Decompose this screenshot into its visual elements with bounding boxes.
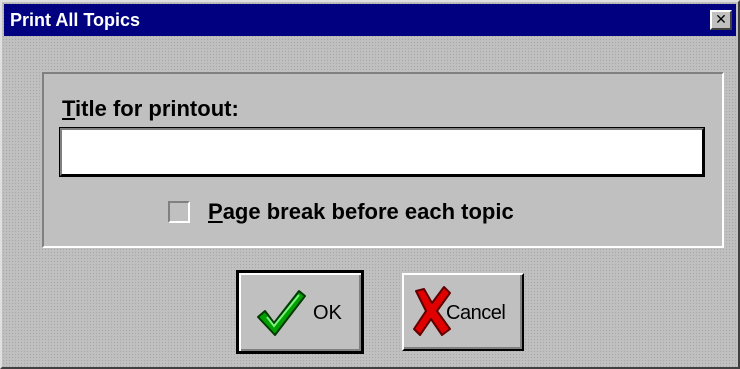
accelerator-p: P: [208, 199, 223, 224]
ok-label: OK: [313, 302, 342, 324]
print-all-topics-dialog: Print All Topics ✕ Title for printout: P…: [0, 0, 740, 369]
checkmark-icon: [257, 290, 306, 336]
title-label-text: itle for printout:: [75, 96, 239, 121]
title-bar[interactable]: Print All Topics ✕: [4, 4, 736, 36]
options-panel: Title for printout: Page break before ea…: [42, 72, 724, 248]
page-break-label[interactable]: Page break before each topic: [208, 198, 514, 226]
title-for-printout-input[interactable]: [59, 127, 705, 177]
accelerator-t: T: [62, 96, 76, 121]
window-title: Print All Topics: [10, 10, 141, 30]
cancel-button[interactable]: Cancel: [402, 273, 524, 351]
title-for-printout-label: Title for printout:: [62, 96, 239, 122]
page-break-label-text: age break before each topic: [222, 199, 514, 224]
page-break-checkbox[interactable]: [168, 201, 190, 223]
ok-button[interactable]: OK: [236, 270, 364, 354]
cancel-label: Cancel: [446, 302, 506, 324]
close-icon: ✕: [715, 12, 727, 28]
close-button[interactable]: ✕: [710, 10, 732, 30]
